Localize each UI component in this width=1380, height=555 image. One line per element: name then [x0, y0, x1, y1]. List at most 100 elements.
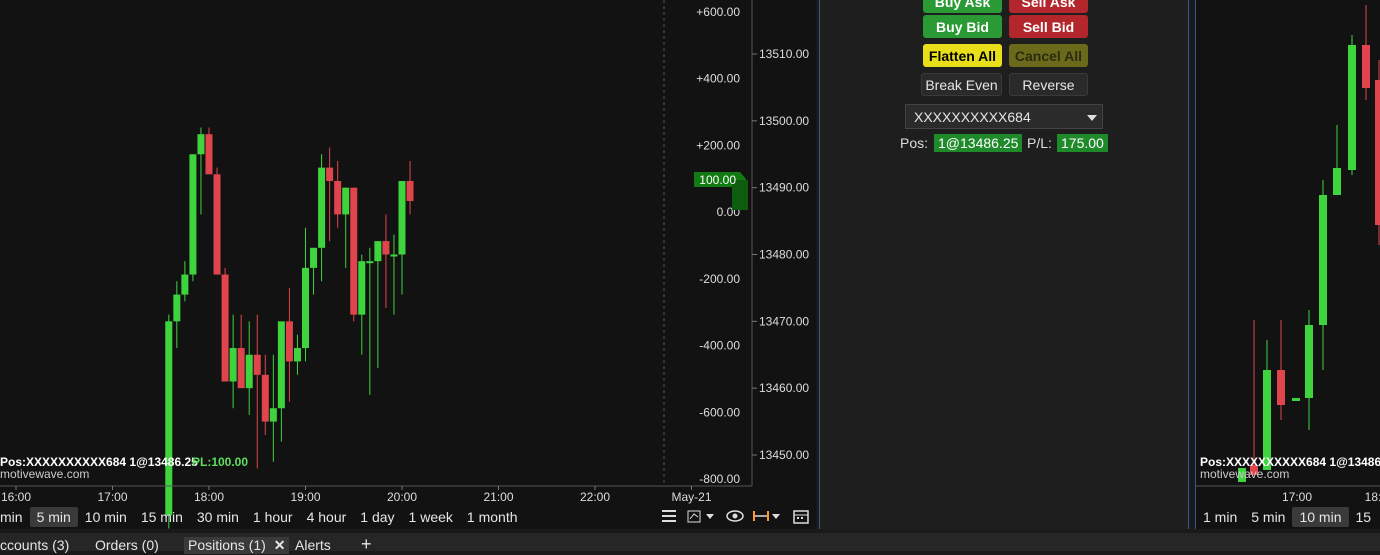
pl-axis-label: +600.00	[696, 5, 740, 19]
candle-body	[229, 348, 237, 382]
candle	[382, 214, 390, 308]
break-even-button[interactable]: Break Even	[921, 73, 1002, 96]
price-axis-label: 13460.00	[759, 381, 809, 395]
candle-body	[334, 180, 342, 215]
candle-body	[269, 408, 277, 422]
add-tab-button[interactable]: +	[361, 534, 372, 555]
timeframe-15-min[interactable]: 15 min	[134, 507, 190, 527]
cancel-all-button[interactable]: Cancel All	[1009, 44, 1088, 67]
account-select[interactable]: XXXXXXXXXX684	[905, 104, 1103, 129]
timeframe-10-min[interactable]: 10 min	[1292, 507, 1349, 527]
candle-body	[366, 261, 374, 264]
price-axis-label: 13490.00	[759, 181, 809, 195]
time-axis-label: May-21	[671, 490, 711, 504]
candle-body	[181, 274, 189, 295]
pl-label: P/L:	[1027, 135, 1052, 151]
right-watermark: motivewave.com	[1200, 467, 1289, 481]
right-time-label: 18:	[1365, 490, 1380, 504]
candle-body	[293, 348, 301, 362]
timeframe-1-week[interactable]: 1 week	[402, 507, 460, 527]
reverse-button[interactable]: Reverse	[1009, 73, 1088, 96]
timeframe-10-min[interactable]: 10 min	[78, 507, 134, 527]
watermark: motivewave.com	[0, 467, 89, 481]
candle	[229, 314, 237, 409]
timeframe-min[interactable]: min	[0, 507, 30, 527]
buy-ask-button[interactable]: Buy Ask	[923, 0, 1002, 13]
candle-body	[398, 180, 406, 255]
time-axis: 16:00 17:00 18:00 19:00 20:00 21:00 22:00 May-2…	[1, 486, 712, 504]
timeframe-15[interactable]: 15	[1349, 507, 1379, 527]
right-price-chart[interactable]: Pos:XXXXXXXXXX684 1@13486 motivewave.com…	[1196, 0, 1380, 529]
candle	[269, 354, 277, 462]
timeframe-bar: min 5 min 10 min 15 min 30 min 1 hour 4 hour 1 …	[0, 507, 525, 527]
candle	[358, 254, 366, 355]
candle-body	[390, 254, 398, 257]
candle	[173, 281, 181, 349]
trade-panel	[819, 0, 1189, 529]
pl-axis: +600.00+400.00+200.000.00-200.00-400.00-…	[696, 5, 740, 486]
candle	[245, 321, 253, 415]
candle-body	[374, 241, 382, 262]
menu-icon[interactable]	[661, 508, 677, 529]
sell-bid-button[interactable]: Sell Bid	[1009, 15, 1088, 38]
time-axis-label: 20:00	[387, 490, 417, 504]
timeframe-5-min[interactable]: 5 min	[1244, 507, 1292, 527]
sell-ask-button[interactable]: Sell Ask	[1009, 0, 1088, 13]
timeframe-5-min[interactable]: 5 min	[29, 507, 78, 527]
candle	[302, 227, 309, 362]
account-select-value: XXXXXXXXXX684	[914, 108, 1031, 125]
chart-type-icon[interactable]	[686, 508, 718, 529]
candle-body	[310, 247, 318, 268]
pl-axis-label: -200.00	[699, 272, 740, 286]
candle	[390, 234, 398, 315]
candle	[350, 187, 358, 322]
tab-positions[interactable]: Positions (1) ✕	[184, 537, 290, 554]
time-axis-label: 21:00	[483, 490, 513, 504]
price-axis-label: 13500.00	[759, 114, 809, 128]
candle-body	[277, 321, 285, 409]
candle	[205, 127, 213, 175]
bar-spacing-icon[interactable]	[752, 508, 784, 529]
candle	[181, 261, 189, 302]
candle	[318, 154, 326, 282]
right-timeframe-bar: 1 min 5 min 10 min 15	[1196, 507, 1378, 527]
candle-body	[245, 354, 253, 389]
timeframe-4-hour[interactable]: 4 hour	[300, 507, 354, 527]
pos-label: Pos:	[900, 135, 929, 151]
eye-icon[interactable]	[726, 508, 744, 529]
time-axis-label: 18:00	[194, 490, 224, 504]
candle	[398, 180, 406, 295]
calendar-icon[interactable]	[792, 508, 810, 529]
price-axis-label: 13470.00	[759, 314, 809, 328]
pl-axis-label: +200.00	[696, 138, 740, 152]
candle-body	[213, 174, 221, 275]
timeframe-1-hour[interactable]: 1 hour	[246, 507, 300, 527]
left-chart-panel[interactable]: +600.00 +400.00 +200.00 0.00 -200.00 -400.00-…	[0, 0, 816, 529]
candle	[374, 241, 382, 369]
candle-body	[197, 134, 205, 155]
timeframe-1-month[interactable]: 1 month	[460, 507, 525, 527]
time-axis-label: 17:00	[97, 490, 127, 504]
buy-bid-button[interactable]: Buy Bid	[923, 15, 1002, 38]
candle	[253, 314, 261, 469]
pl-marker-label: 100.00	[699, 173, 736, 187]
candle	[221, 267, 229, 382]
price-axis: 13510.00 13500.00 13490.00 13480.00 13470.00…	[752, 47, 809, 462]
price-chart[interactable]: +600.00+400.00+200.000.00-200.00-400.00-…	[0, 0, 816, 529]
candle-body	[342, 187, 350, 215]
time-axis-label: 22:00	[580, 490, 610, 504]
candle	[334, 160, 342, 228]
candle	[261, 354, 269, 435]
timeframe-1-day[interactable]: 1 day	[353, 507, 401, 527]
candle-body	[382, 241, 390, 255]
candle	[197, 127, 205, 215]
right-chart-panel[interactable]: Pos:XXXXXXXXXX684 1@13486 motivewave.com…	[1195, 0, 1380, 529]
candle	[165, 314, 173, 529]
bottom-tab-bar: ccounts (3) Orders (0) Positions (1) ✕ A…	[0, 533, 1380, 554]
timeframe-1-min[interactable]: 1 min	[1196, 507, 1244, 527]
flatten-all-button[interactable]: Flatten All	[923, 44, 1002, 67]
price-axis-label: 13510.00	[759, 47, 809, 61]
candle	[310, 247, 318, 295]
candle	[406, 160, 414, 215]
timeframe-30-min[interactable]: 30 min	[190, 507, 246, 527]
